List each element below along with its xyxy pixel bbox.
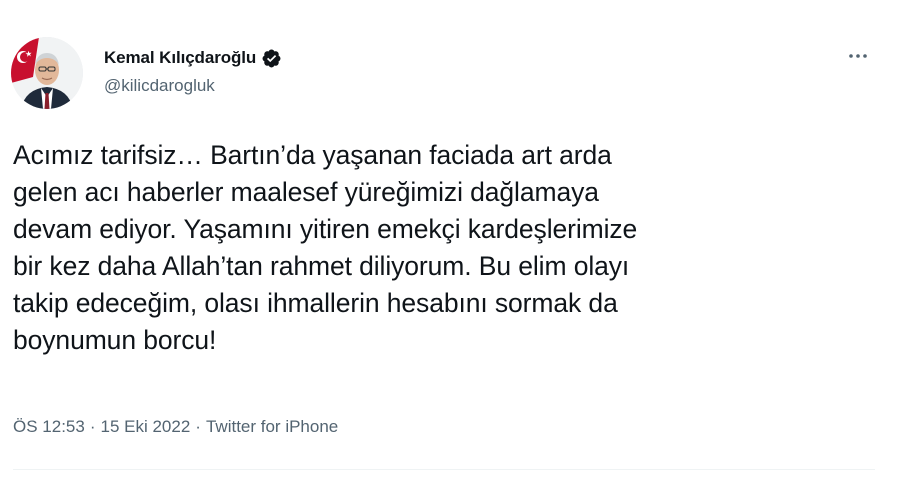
tweet-time[interactable]: ÖS 12:53	[13, 417, 85, 437]
author-display-name[interactable]: Kemal Kılıçdaroğlu	[104, 48, 256, 68]
tweet-date[interactable]: 15 Eki 2022	[101, 417, 191, 437]
tweet-source[interactable]: Twitter for iPhone	[206, 417, 338, 437]
tweet-text: Acımız tarifsiz… Bartın’da yaşanan facia…	[13, 140, 638, 355]
tweet-metadata: ÖS 12:53 · 15 Eki 2022 · Twitter for iPh…	[13, 417, 338, 437]
more-horizontal-icon	[849, 54, 867, 58]
meta-separator: ·	[195, 417, 201, 436]
verified-badge-icon	[261, 48, 282, 69]
author-name-row[interactable]: Kemal Kılıçdaroğlu	[104, 46, 282, 70]
divider	[13, 469, 875, 470]
author-avatar[interactable]	[11, 37, 83, 109]
more-options-button[interactable]	[838, 44, 878, 68]
meta-separator: ·	[89, 417, 96, 436]
tweet-card: Kemal Kılıçdaroğlu @kilicdarogluk Acımız…	[0, 0, 900, 478]
author-handle[interactable]: @kilicdarogluk	[104, 76, 215, 96]
avatar-image	[11, 37, 83, 109]
